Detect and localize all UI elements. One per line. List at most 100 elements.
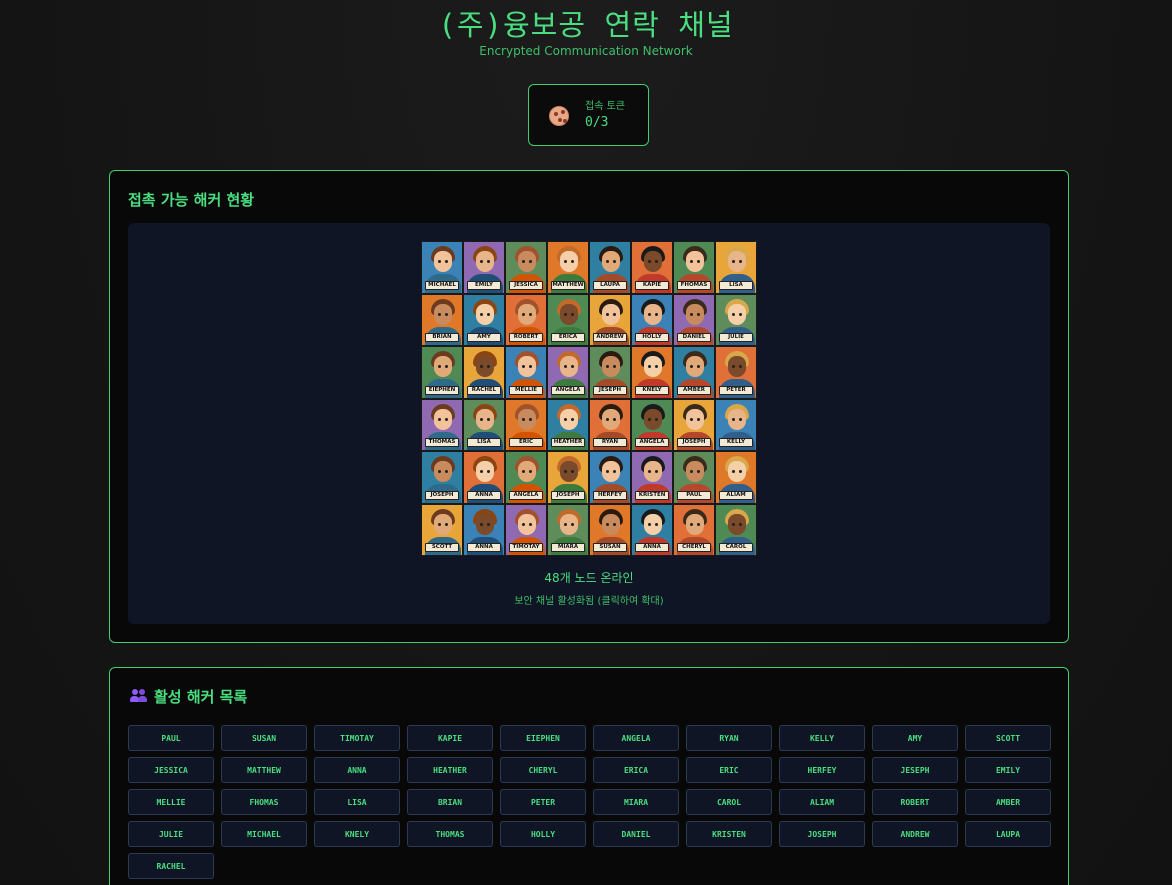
hacker-portrait: EIEPHEN bbox=[421, 346, 463, 399]
hacker-portrait: LISA bbox=[715, 241, 757, 294]
hacker-button[interactable]: MICHAEL bbox=[221, 821, 307, 847]
hacker-button[interactable]: HERFEY bbox=[779, 757, 865, 783]
portrait-name-tag: DANIEL bbox=[677, 333, 711, 342]
portrait-name-tag: MATTHEW bbox=[551, 280, 585, 290]
hacker-button[interactable]: CHERYL bbox=[500, 757, 586, 783]
hacker-portrait: JOSEPH bbox=[547, 451, 589, 504]
hacker-button[interactable]: PETER bbox=[500, 789, 586, 815]
hacker-portrait: CAROL bbox=[715, 503, 757, 556]
hacker-button[interactable]: SCOTT bbox=[965, 725, 1051, 751]
hacker-portrait: HOLLY bbox=[631, 293, 673, 346]
hacker-portrait: AMBER bbox=[673, 346, 715, 399]
hacker-portrait: JOSEPH bbox=[421, 451, 463, 504]
portrait-name-tag: JESSICA bbox=[509, 280, 543, 290]
hacker-button[interactable]: MIARA bbox=[593, 789, 679, 815]
hacker-button[interactable]: JESEPH bbox=[872, 757, 958, 783]
hacker-button[interactable]: ERIC bbox=[686, 757, 772, 783]
hacker-button[interactable]: HEATHER bbox=[407, 757, 493, 783]
hacker-button[interactable]: LISA bbox=[314, 789, 400, 815]
hacker-portrait: ANGELA bbox=[631, 398, 673, 451]
hacker-button[interactable]: MELLIE bbox=[128, 789, 214, 815]
hacker-portrait: ANNA bbox=[631, 503, 673, 556]
hacker-button[interactable]: ROBERT bbox=[872, 789, 958, 815]
hacker-button[interactable]: FHOMAS bbox=[221, 789, 307, 815]
portrait-name-tag: KNELY bbox=[635, 385, 669, 395]
portrait-name-tag: CAROL bbox=[719, 543, 753, 552]
portrait-name-tag: EIEPHEN bbox=[425, 385, 459, 395]
hacker-portrait: EMILY bbox=[463, 241, 505, 294]
hacker-button[interactable]: ALIAM bbox=[779, 789, 865, 815]
hacker-button[interactable]: DANIEL bbox=[593, 821, 679, 847]
hacker-network-image-area[interactable]: MICHAEL EMILY JESSICA MATTHEW LAUPA KAPIE FHOM… bbox=[128, 223, 1050, 624]
portrait-name-tag: HERFEY bbox=[593, 490, 627, 500]
cookie-icon bbox=[549, 106, 569, 126]
portrait-name-tag: ALIAM bbox=[719, 490, 753, 500]
hacker-button[interactable]: TIMOTAY bbox=[314, 725, 400, 751]
hacker-portrait: ROBERT bbox=[505, 293, 547, 346]
hacker-portrait: CHERYL bbox=[673, 503, 715, 556]
hacker-portrait: MICHAEL bbox=[421, 241, 463, 294]
hacker-portrait: KELLY bbox=[715, 398, 757, 451]
portrait-name-tag: BRIAN bbox=[425, 333, 459, 342]
hacker-button[interactable]: EMILY bbox=[965, 757, 1051, 783]
hacker-portrait: JESSICA bbox=[505, 241, 547, 294]
page-subtitle: Encrypted Communication Network bbox=[479, 44, 693, 58]
hacker-button[interactable]: RACHEL bbox=[128, 853, 214, 879]
hacker-button[interactable]: SUSAN bbox=[221, 725, 307, 751]
hacker-button[interactable]: JOSEPH bbox=[779, 821, 865, 847]
hacker-portrait: ERICA bbox=[547, 293, 589, 346]
hacker-portrait: JESEPH bbox=[589, 346, 631, 399]
portrait-name-tag: ROBERT bbox=[509, 333, 543, 342]
portrait-name-tag: ANGELA bbox=[635, 438, 669, 447]
hacker-button[interactable]: ANNA bbox=[314, 757, 400, 783]
hacker-portrait: BRIAN bbox=[421, 293, 463, 346]
portrait-name-tag: RACHEL bbox=[467, 385, 501, 395]
hacker-button[interactable]: JESSICA bbox=[128, 757, 214, 783]
hacker-button[interactable]: PAUL bbox=[128, 725, 214, 751]
hacker-button[interactable]: KRISTEN bbox=[686, 821, 772, 847]
hacker-portrait-grid[interactable]: MICHAEL EMILY JESSICA MATTHEW LAUPA KAPIE FHOM… bbox=[421, 241, 757, 556]
hacker-button[interactable]: KNELY bbox=[314, 821, 400, 847]
hacker-button[interactable]: AMY bbox=[872, 725, 958, 751]
hacker-button[interactable]: MATTHEW bbox=[221, 757, 307, 783]
status-panel-title: 접촉 가능 해커 현황 bbox=[128, 191, 255, 209]
hacker-portrait: JOSEPH bbox=[673, 398, 715, 451]
hacker-button[interactable]: THOMAS bbox=[407, 821, 493, 847]
hacker-status-panel: 접촉 가능 해커 현황 MICHAEL EMILY JESSICA MATTHEW LA… bbox=[109, 170, 1069, 643]
hacker-portrait: KRISTEN bbox=[631, 451, 673, 504]
hacker-portrait: HEATHER bbox=[547, 398, 589, 451]
hacker-button[interactable]: KAPIE bbox=[407, 725, 493, 751]
hacker-button[interactable]: BRIAN bbox=[407, 789, 493, 815]
hacker-portrait: RACHEL bbox=[463, 346, 505, 399]
token-value: 0/3 bbox=[585, 115, 609, 130]
portrait-name-tag: AMY bbox=[467, 333, 501, 342]
hacker-button[interactable]: ANDREW bbox=[872, 821, 958, 847]
portrait-name-tag: PAUL bbox=[677, 490, 711, 500]
hackers-panel-title: 활성 해커 목록 bbox=[154, 688, 248, 706]
portrait-name-tag: HEATHER bbox=[551, 438, 585, 447]
portrait-name-tag: JESEPH bbox=[593, 385, 627, 395]
hacker-button[interactable]: ANGELA bbox=[593, 725, 679, 751]
hacker-button[interactable]: LAUPA bbox=[965, 821, 1051, 847]
hacker-button[interactable]: ERICA bbox=[593, 757, 679, 783]
hacker-portrait: ANGELA bbox=[505, 451, 547, 504]
portrait-name-tag: THOMAS bbox=[425, 438, 459, 447]
hacker-button-list: PAUL SUSAN TIMOTAY KAPIE EIEPHEN ANGELA RYAN KE… bbox=[128, 725, 1051, 879]
hacker-portrait: SCOTT bbox=[421, 503, 463, 556]
hacker-portrait: TIMOTAY bbox=[505, 503, 547, 556]
hacker-button[interactable]: JULIE bbox=[128, 821, 214, 847]
portrait-name-tag: LISA bbox=[719, 280, 753, 290]
hacker-button[interactable]: RYAN bbox=[686, 725, 772, 751]
hacker-button[interactable]: CAROL bbox=[686, 789, 772, 815]
hacker-button[interactable]: EIEPHEN bbox=[500, 725, 586, 751]
hacker-button[interactable]: KELLY bbox=[779, 725, 865, 751]
hacker-portrait: ANGELA bbox=[547, 346, 589, 399]
hacker-portrait: PAUL bbox=[673, 451, 715, 504]
hacker-portrait: ALIAM bbox=[715, 451, 757, 504]
hacker-button[interactable]: AMBER bbox=[965, 789, 1051, 815]
portrait-name-tag: ANDREW bbox=[593, 333, 627, 342]
hacker-portrait: KNELY bbox=[631, 346, 673, 399]
hacker-portrait: RYAN bbox=[589, 398, 631, 451]
hacker-button[interactable]: HOLLY bbox=[500, 821, 586, 847]
hacker-portrait: SUSAN bbox=[589, 503, 631, 556]
